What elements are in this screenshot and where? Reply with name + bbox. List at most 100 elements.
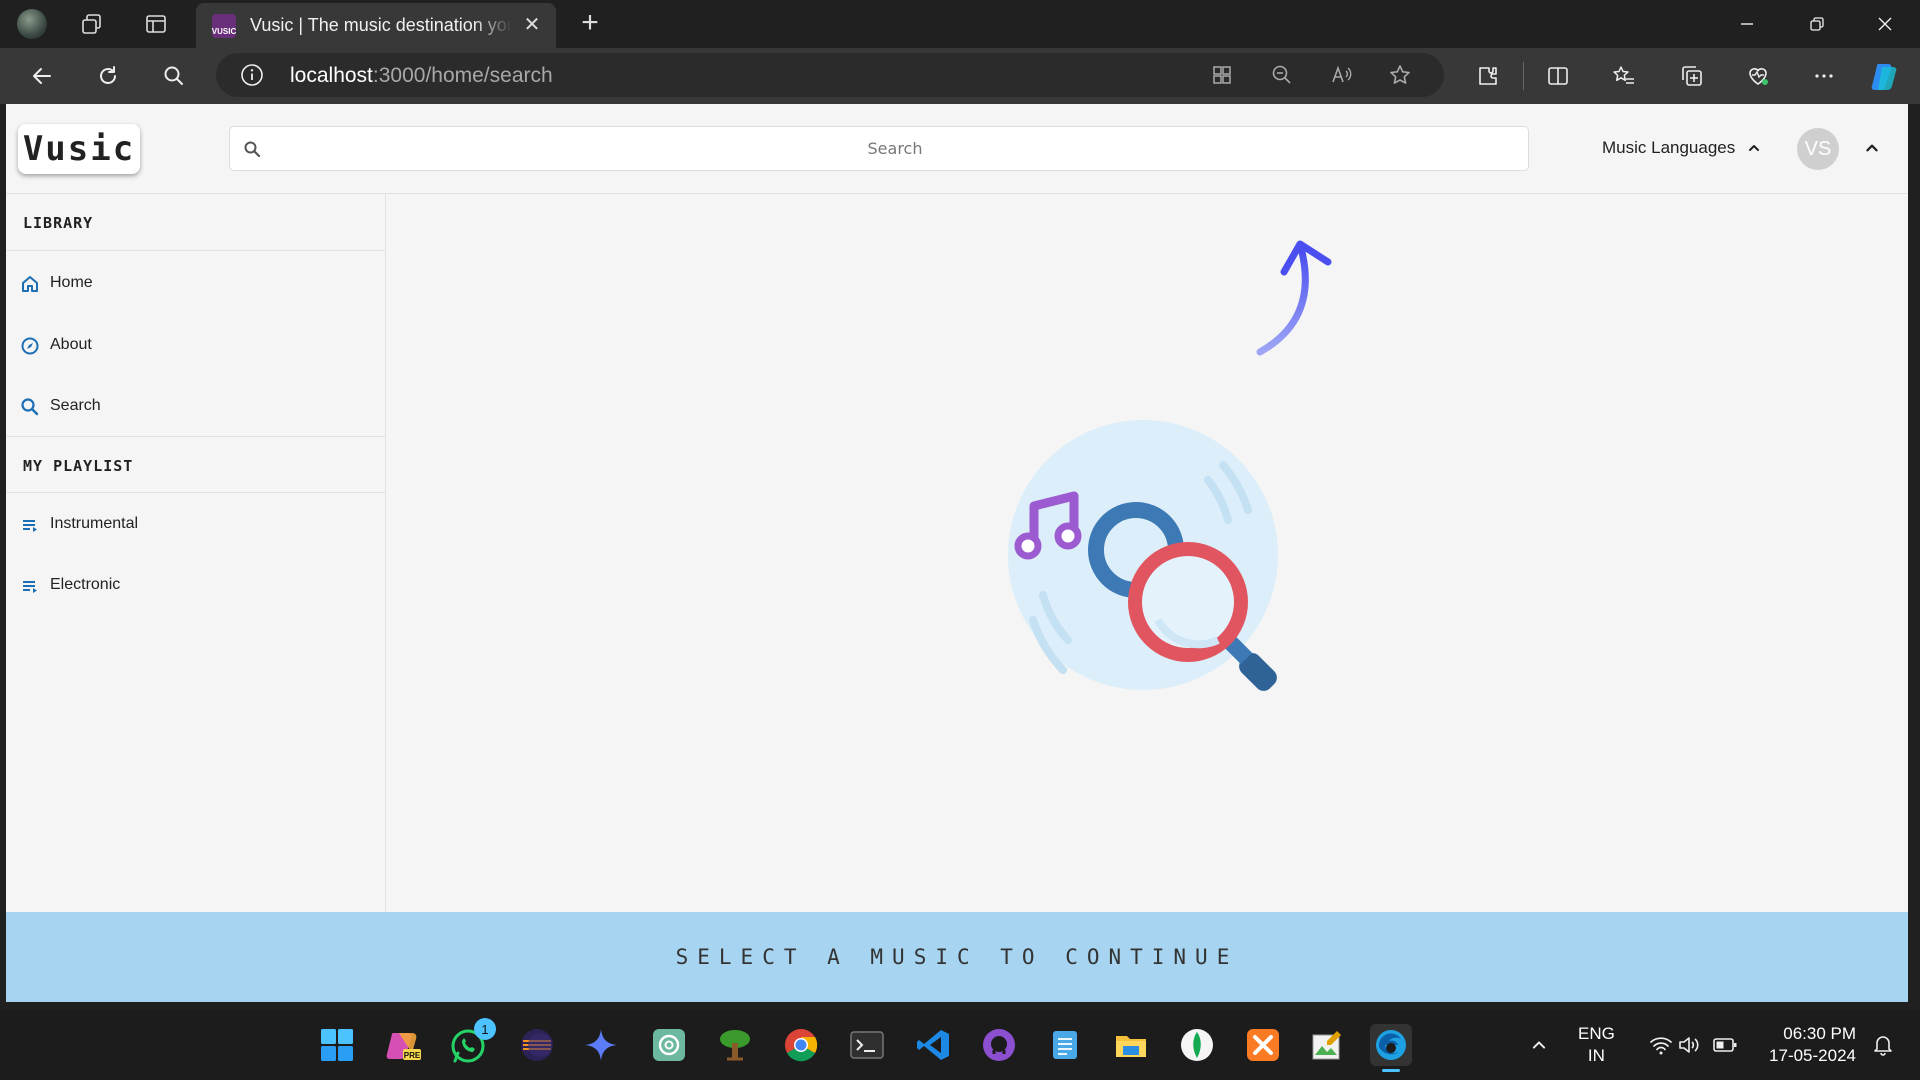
clock-date: 17-05-2024: [1769, 1046, 1856, 1065]
url-host: localhost: [290, 64, 373, 87]
music-search-illustration: [1008, 420, 1308, 720]
search-icon: [20, 397, 40, 417]
search-icon: [243, 140, 261, 158]
windows-taskbar: PRE 1 ENG IN 06:30 PM 17-05-2024: [0, 1010, 1920, 1080]
restore-button[interactable]: [1782, 0, 1852, 48]
sidebar-item-search[interactable]: Search: [6, 379, 386, 435]
profile-chevron-up-icon[interactable]: [1864, 140, 1880, 156]
vscode-icon[interactable]: [912, 1024, 954, 1066]
copilot-pre-app-icon[interactable]: PRE: [382, 1024, 424, 1066]
notifications-icon[interactable]: [1862, 1024, 1904, 1066]
home-icon: [20, 274, 40, 294]
playlist-heading-text: MY PLAYLIST: [23, 457, 134, 475]
user-avatar[interactable]: VS: [1797, 128, 1839, 170]
vusic-favicon-icon: VUSIC: [212, 13, 236, 38]
search-bar[interactable]: [229, 126, 1529, 171]
more-options-icon[interactable]: [1808, 60, 1840, 92]
lang-region: IN: [1587, 1046, 1605, 1065]
sidebar-item-label: Instrumental: [50, 515, 139, 532]
start-menu-icon[interactable]: [316, 1024, 358, 1066]
vusic-logo[interactable]: Vusic: [18, 124, 140, 174]
music-languages-label: Music Languages: [1602, 138, 1736, 157]
now-playing-bar: SELECT A MUSIC TO CONTINUE: [6, 912, 1908, 1002]
chevron-up-icon: [1747, 141, 1761, 155]
close-tab-button[interactable]: ✕: [522, 15, 542, 35]
edge-browser-icon[interactable]: [1370, 1024, 1412, 1072]
lang-code: ENG: [1578, 1024, 1615, 1043]
collections-icon[interactable]: [1676, 60, 1708, 92]
toolbar-divider: [1523, 62, 1524, 90]
sidebar-item-label: Search: [50, 397, 101, 414]
browser-search-icon[interactable]: [158, 60, 190, 92]
main-content: [386, 194, 1908, 912]
playlist-icon: [20, 515, 40, 535]
arrow-up-illustration: [1252, 234, 1342, 364]
library-heading-text: LIBRARY: [23, 214, 94, 232]
extensions-icon[interactable]: [1472, 60, 1504, 92]
playlist-heading: MY PLAYLIST: [6, 436, 386, 493]
sidebar-item-label: Home: [50, 274, 93, 291]
address-bar[interactable]: localhost:3000/home/search: [216, 53, 1444, 97]
site-info-icon[interactable]: [240, 63, 264, 87]
workspaces-icon[interactable]: [76, 8, 108, 40]
battery-icon[interactable]: [1704, 1024, 1746, 1066]
eclipse-icon[interactable]: [516, 1024, 558, 1066]
sidebar-item-instrumental[interactable]: Instrumental: [6, 497, 386, 553]
active-app-indicator: [1382, 1069, 1400, 1072]
show-hidden-icons-chevron-icon[interactable]: [1518, 1024, 1560, 1066]
whatsapp-badge: 1: [474, 1018, 496, 1040]
url-text[interactable]: localhost:3000/home/search: [290, 64, 553, 88]
logo-text: Vusic: [22, 129, 136, 169]
sidebar-item-home[interactable]: Home: [6, 256, 386, 312]
music-languages-dropdown[interactable]: Music Languages: [1602, 132, 1761, 164]
chrome-icon[interactable]: [780, 1024, 822, 1066]
notepad-icon[interactable]: [1044, 1024, 1086, 1066]
tab-title: Vusic | The music destination you: [250, 15, 512, 35]
tab-actions-icon[interactable]: [140, 8, 172, 40]
app-available-icon[interactable]: [1210, 63, 1234, 87]
gemini-sparkle-icon[interactable]: [580, 1024, 622, 1066]
sidebar-item-electronic[interactable]: Electronic: [6, 558, 386, 614]
zoom-out-icon[interactable]: [1270, 63, 1294, 87]
back-button[interactable]: [26, 60, 58, 92]
input-language-indicator[interactable]: ENG IN: [1578, 1023, 1615, 1067]
library-heading: LIBRARY: [6, 194, 386, 251]
read-aloud-icon[interactable]: [1330, 63, 1354, 87]
sidebar-item-about[interactable]: About: [6, 318, 386, 374]
browser-title-bar: VUSIC Vusic | The music destination you …: [0, 0, 1920, 48]
whatsapp-icon[interactable]: 1: [448, 1018, 496, 1066]
clock-time: 06:30 PM: [1783, 1024, 1856, 1043]
svg-text:PRE: PRE: [404, 1051, 421, 1060]
url-path: :3000/home/search: [372, 64, 553, 87]
github-desktop-icon[interactable]: [978, 1024, 1020, 1066]
chatgpt-icon[interactable]: [648, 1024, 690, 1066]
refresh-button[interactable]: [92, 60, 124, 92]
sidebar: LIBRARY Home About Search MY PLAYLIST In…: [6, 194, 386, 912]
mongodb-compass-icon[interactable]: [1176, 1024, 1218, 1066]
sidebar-item-label: Electronic: [50, 576, 121, 593]
xampp-icon[interactable]: [1242, 1024, 1284, 1066]
tree-app-icon[interactable]: [714, 1024, 756, 1066]
browser-toolbar: localhost:3000/home/search: [0, 48, 1920, 104]
close-window-button[interactable]: [1850, 0, 1920, 48]
favorites-icon[interactable]: [1608, 60, 1640, 92]
active-tab[interactable]: VUSIC Vusic | The music destination you …: [196, 3, 556, 48]
system-clock[interactable]: 06:30 PM 17-05-2024: [1760, 1023, 1856, 1067]
copilot-icon[interactable]: [1868, 60, 1900, 92]
browser-essentials-icon[interactable]: [1742, 60, 1774, 92]
playlist-icon: [20, 576, 40, 596]
minimize-button[interactable]: [1712, 0, 1782, 48]
profile-avatar-icon[interactable]: [16, 8, 48, 40]
split-screen-icon[interactable]: [1542, 60, 1574, 92]
terminal-icon[interactable]: [846, 1024, 888, 1066]
web-page: Vusic Music Languages VS LIBRARY: [6, 104, 1908, 1002]
file-explorer-icon[interactable]: [1110, 1024, 1152, 1066]
image-editor-icon[interactable]: [1306, 1024, 1348, 1066]
select-music-message: SELECT A MUSIC TO CONTINUE: [675, 945, 1239, 969]
compass-icon: [20, 336, 40, 356]
favorite-star-icon[interactable]: [1388, 63, 1412, 87]
sidebar-item-label: About: [50, 336, 92, 353]
search-input[interactable]: [270, 127, 1520, 170]
new-tab-button[interactable]: +: [574, 8, 606, 40]
app-header: Vusic Music Languages VS: [6, 104, 1908, 194]
